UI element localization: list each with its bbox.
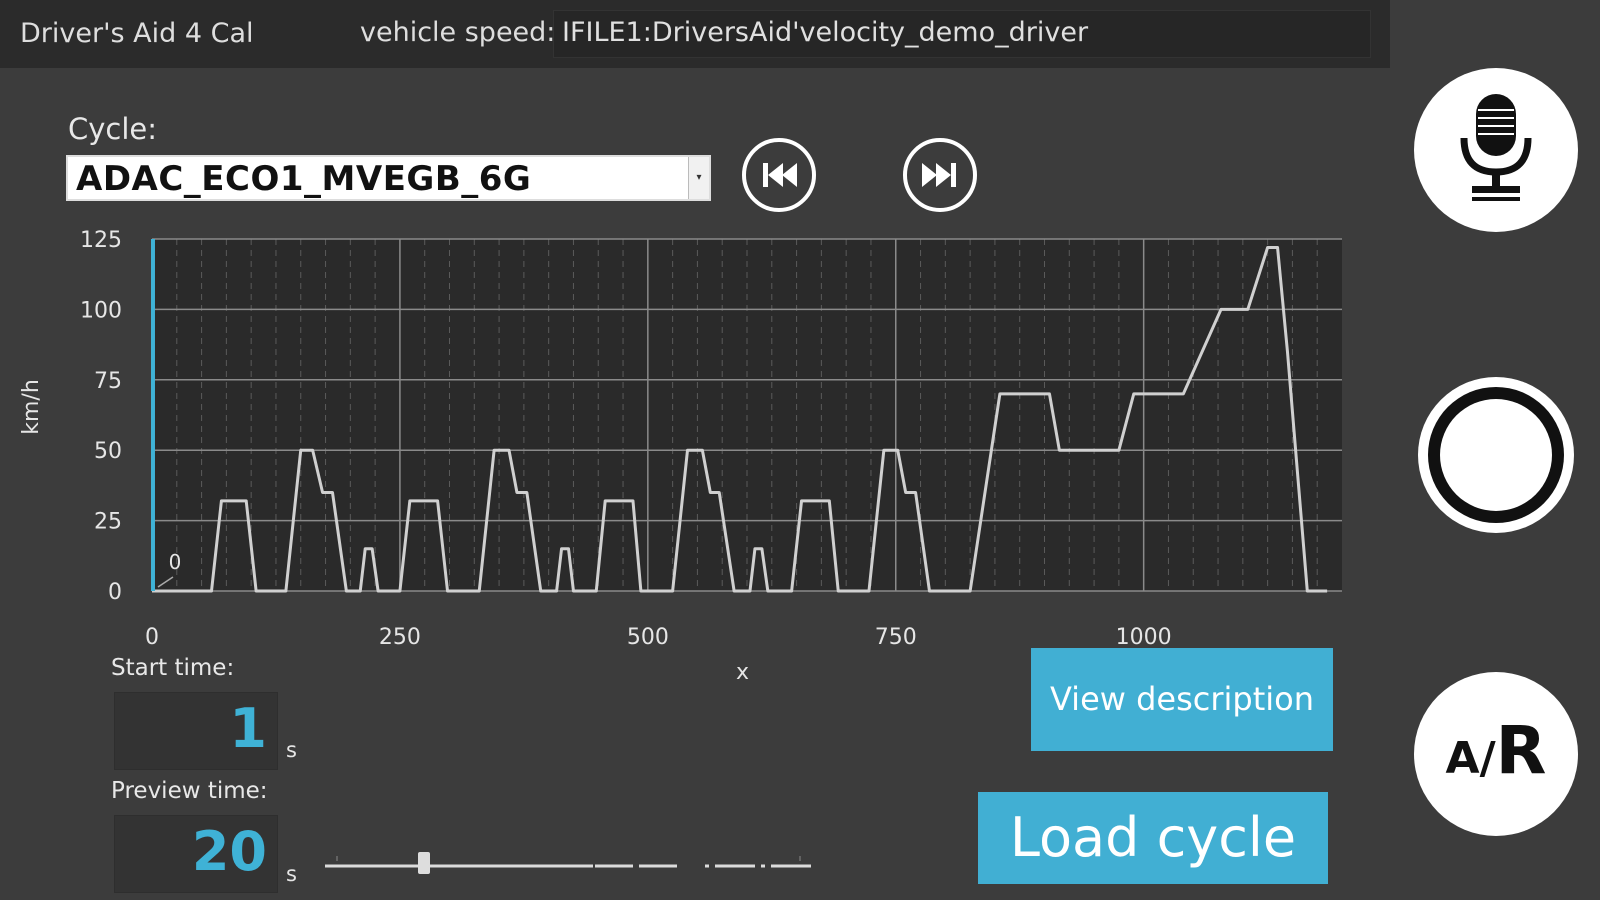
ar-label: A/R bbox=[1414, 712, 1578, 789]
start-time-value: 1 bbox=[229, 697, 267, 760]
preview-time-label: Preview time: bbox=[111, 778, 268, 804]
y-axis-label: km/h bbox=[19, 379, 44, 435]
speed-chart: 0 25 50 75 100 125 0 250 500 750 1000 km/h 0 bbox=[0, 225, 1360, 655]
y-tick-label: 100 bbox=[80, 298, 122, 323]
dropdown-arrow-icon[interactable]: ▾ bbox=[688, 157, 709, 199]
start-time-unit: s bbox=[286, 738, 297, 762]
microphone-icon bbox=[1460, 94, 1532, 201]
title-bar: Driver's Aid 4 Cal vehicle speed: IFILE1… bbox=[0, 0, 1390, 68]
next-cycle-button[interactable] bbox=[903, 138, 977, 212]
vehicle-speed-label: vehicle speed: bbox=[360, 17, 556, 48]
speed-chart-svg: 0 25 50 75 100 125 0 250 500 750 1000 km/h 0 bbox=[19, 228, 1342, 650]
vehicle-speed-field[interactable]: IFILE1:DriversAid'velocity_demo_driver bbox=[553, 10, 1371, 58]
y-tick-label: 75 bbox=[94, 369, 122, 394]
cycle-dropdown[interactable]: ADAC_ECO1_MVEGB_6G ▾ bbox=[66, 155, 711, 201]
previous-cycle-button[interactable] bbox=[742, 138, 816, 212]
x-tick-label: 750 bbox=[875, 625, 917, 650]
preview-time-input[interactable]: 20 bbox=[114, 815, 278, 893]
y-tick-label: 125 bbox=[80, 228, 122, 253]
x-tick-label: 0 bbox=[145, 625, 159, 650]
start-time-input[interactable]: 1 bbox=[114, 692, 278, 770]
cycle-label: Cycle: bbox=[68, 112, 158, 146]
preview-time-slider[interactable] bbox=[325, 856, 815, 876]
x-tick-label: 1000 bbox=[1116, 625, 1172, 650]
ar-button[interactable]: A/R bbox=[1414, 672, 1578, 836]
microphone-button[interactable] bbox=[1414, 68, 1578, 232]
preview-time-value: 20 bbox=[191, 820, 267, 883]
load-cycle-button[interactable]: Load cycle bbox=[978, 792, 1328, 884]
record-icon bbox=[1418, 377, 1574, 533]
skip-back-icon bbox=[763, 163, 797, 187]
slider-thumb[interactable] bbox=[418, 852, 430, 874]
y-tick-label: 50 bbox=[94, 439, 122, 464]
cycle-selected-value: ADAC_ECO1_MVEGB_6G bbox=[76, 159, 532, 199]
ar-label-r: R bbox=[1495, 712, 1547, 789]
preview-time-unit: s bbox=[286, 862, 297, 886]
x-axis-label: x bbox=[736, 660, 750, 685]
ar-label-a: A/ bbox=[1445, 733, 1496, 784]
x-tick-label: 500 bbox=[627, 625, 669, 650]
y-tick-label: 25 bbox=[94, 510, 122, 535]
record-button[interactable] bbox=[1414, 373, 1578, 537]
vehicle-speed-value: IFILE1:DriversAid'velocity_demo_driver bbox=[562, 17, 1089, 48]
skip-forward-icon bbox=[922, 163, 956, 187]
app-title: Driver's Aid 4 Cal bbox=[20, 18, 254, 49]
y-tick-label: 0 bbox=[108, 580, 122, 605]
cursor-marker-label: 0 bbox=[169, 550, 182, 574]
x-tick-label: 250 bbox=[379, 625, 421, 650]
start-time-label: Start time: bbox=[111, 655, 235, 681]
view-description-button[interactable]: View description bbox=[1031, 648, 1333, 751]
